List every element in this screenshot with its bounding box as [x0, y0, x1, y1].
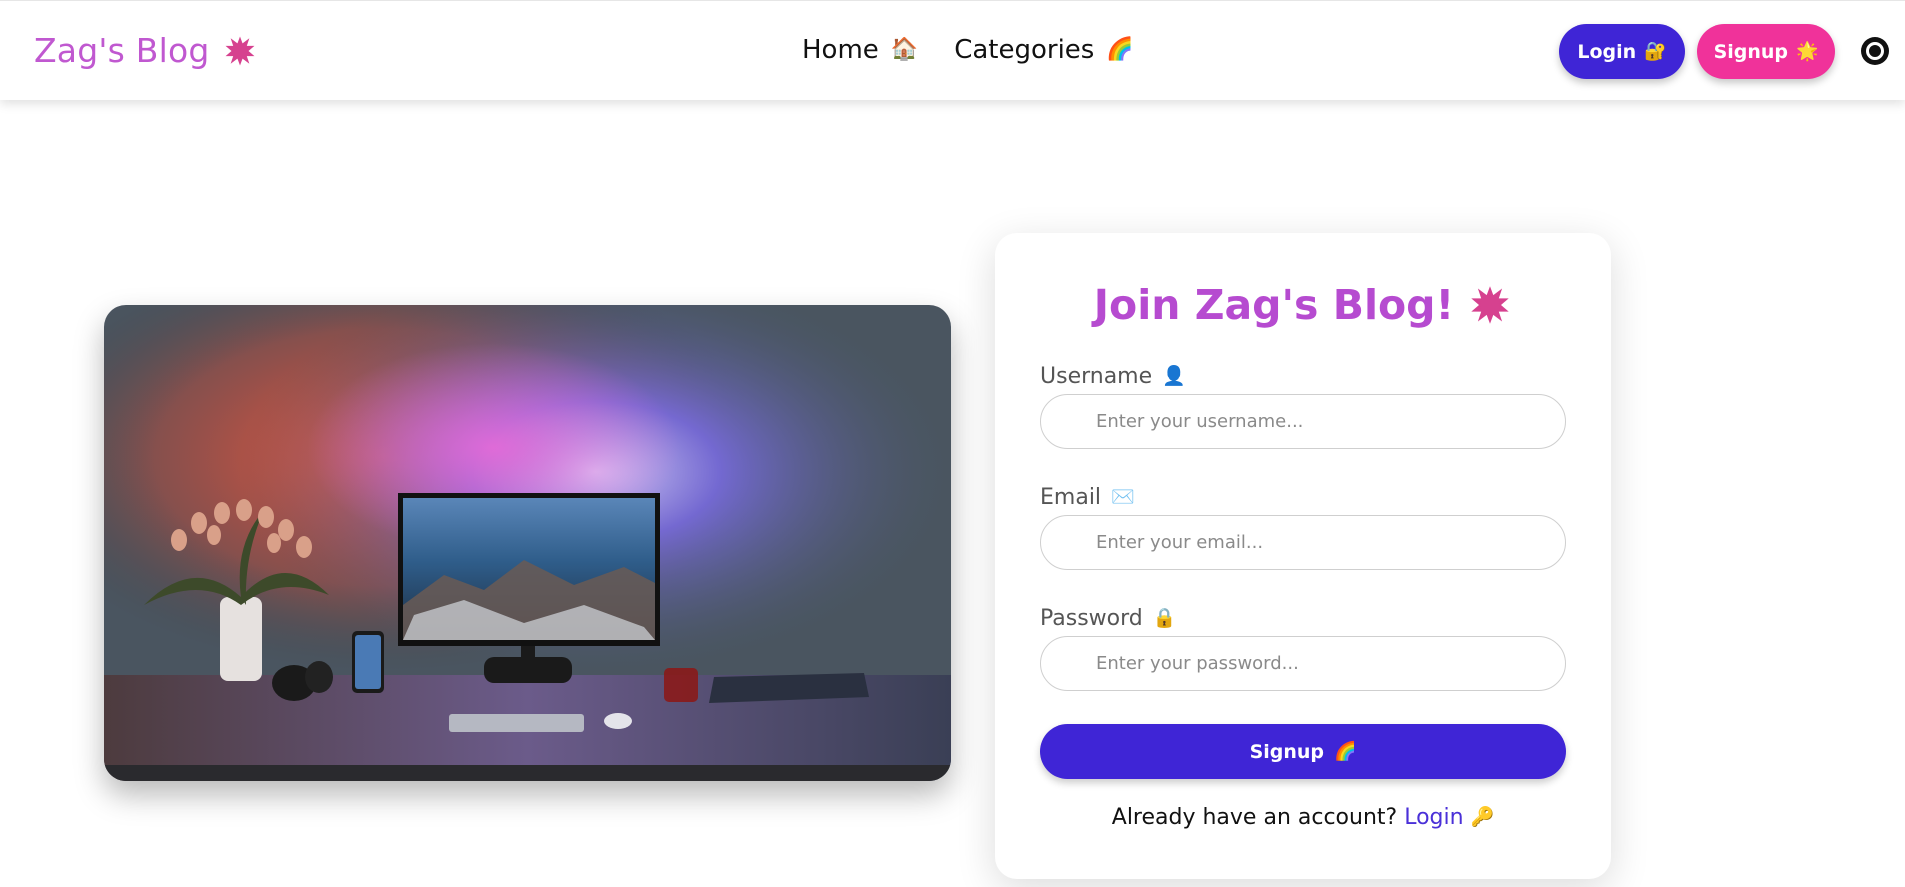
username-label: Username 👤	[1040, 364, 1186, 389]
splat-icon	[1471, 286, 1509, 324]
email-input[interactable]	[1040, 515, 1566, 570]
login-button-label: Login	[1577, 40, 1637, 63]
login-button[interactable]: Login 🔐	[1559, 24, 1685, 79]
nav-link-home[interactable]: Home 🏠	[802, 35, 918, 65]
password-label-text: Password	[1040, 606, 1143, 631]
email-label: Email ✉️	[1040, 485, 1135, 510]
email-label-text: Email	[1040, 485, 1102, 510]
key-icon: 🔑	[1470, 806, 1495, 828]
rainbow-icon: 🌈	[1334, 740, 1357, 762]
brand-logo-link[interactable]: Zag's Blog	[34, 31, 257, 70]
navbar: Zag's Blog Home 🏠 Categories 🌈 Login 🔐 S…	[0, 0, 1905, 100]
circle-toggle-icon	[1866, 42, 1884, 60]
lock-key-icon: 🔐	[1644, 40, 1667, 62]
login-prompt-text: Already have an account?	[1111, 805, 1398, 830]
card-title: Join Zag's Blog!	[995, 281, 1611, 329]
signup-card: Join Zag's Blog! Username 👤 Email ✉️ Pas…	[995, 233, 1611, 879]
signup-nav-button[interactable]: Signup 🌟	[1697, 24, 1835, 79]
user-icon: 👤	[1162, 365, 1186, 387]
password-input[interactable]	[1040, 636, 1566, 691]
username-label-text: Username	[1040, 364, 1153, 389]
login-prompt: Already have an account? Login 🔑	[995, 805, 1611, 830]
hero-image	[104, 305, 951, 781]
password-label: Password 🔒	[1040, 606, 1176, 631]
username-input[interactable]	[1040, 394, 1566, 449]
card-title-text: Join Zag's Blog!	[1093, 281, 1455, 329]
theme-toggle-button[interactable]	[1861, 37, 1889, 65]
star-icon: 🌟	[1796, 40, 1819, 62]
nav-link-categories[interactable]: Categories 🌈	[954, 35, 1134, 65]
lock-icon: 🔒	[1152, 607, 1177, 629]
house-icon: 🏠	[890, 37, 919, 62]
login-link[interactable]: Login	[1404, 805, 1463, 830]
envelope-icon: ✉️	[1111, 486, 1135, 508]
splat-icon	[226, 36, 255, 65]
signup-submit-button[interactable]: Signup 🌈	[1040, 724, 1566, 779]
desk-setup-photo	[104, 305, 951, 781]
brand-title: Zag's Blog	[34, 31, 210, 70]
nav-link-label: Categories	[954, 35, 1095, 65]
signup-button-label: Signup	[1713, 40, 1789, 63]
nav-links: Home 🏠 Categories 🌈	[802, 35, 1134, 65]
submit-label: Signup	[1249, 740, 1325, 763]
rainbow-icon: 🌈	[1106, 37, 1134, 62]
nav-link-label: Home	[802, 35, 879, 65]
